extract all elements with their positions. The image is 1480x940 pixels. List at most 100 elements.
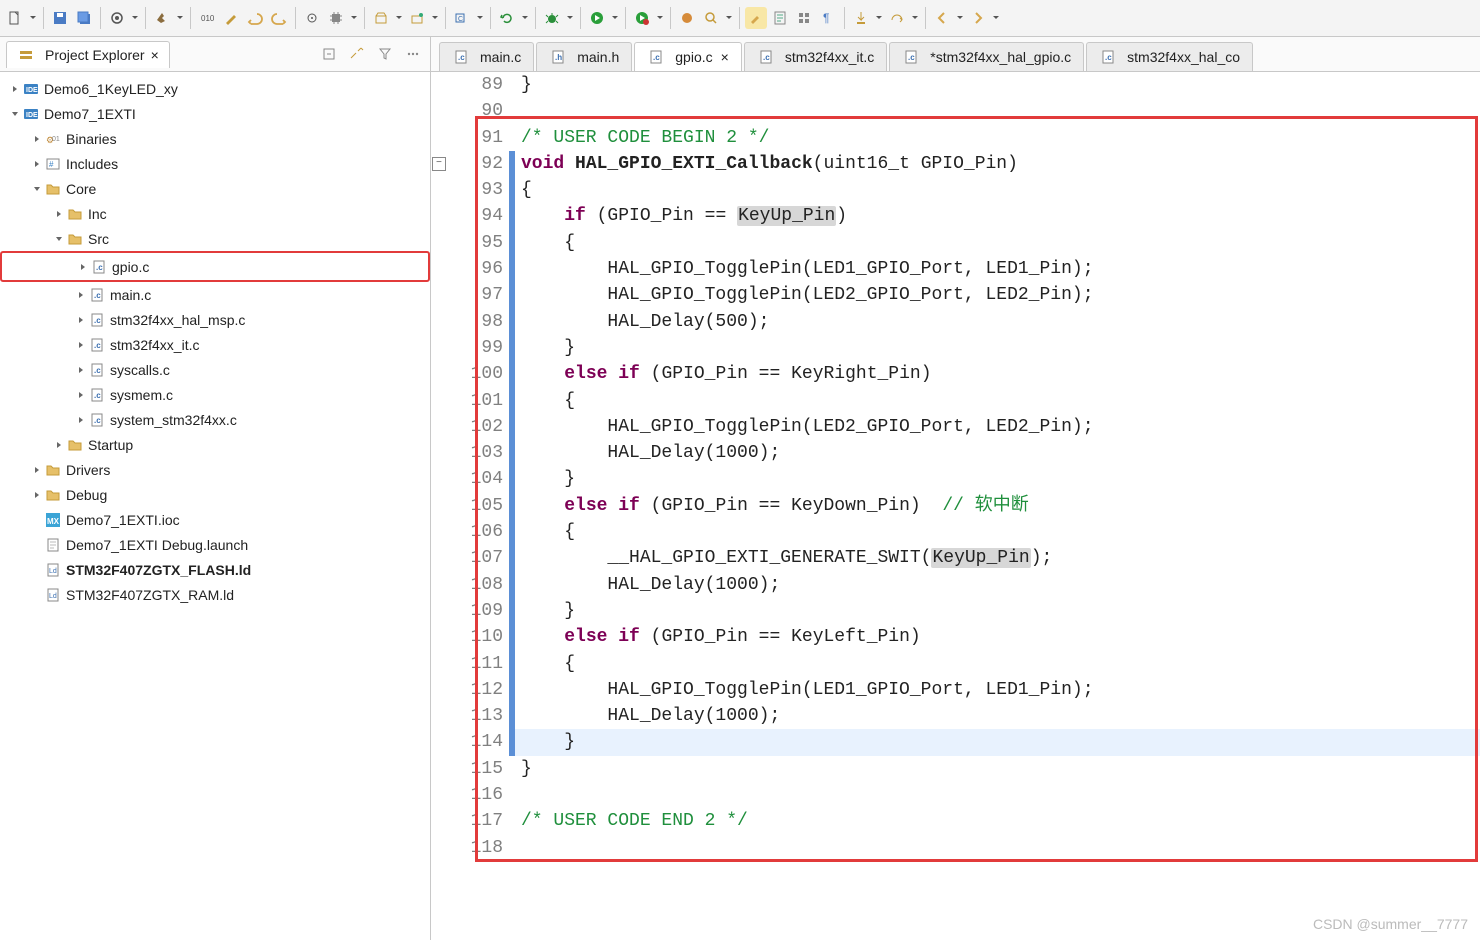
bug-icon[interactable] — [541, 7, 563, 29]
editor-tab[interactable]: .cmain.c — [439, 42, 534, 71]
save-all-button[interactable] — [73, 7, 95, 29]
tree-label: syscalls.c — [110, 362, 170, 378]
expand-icon[interactable] — [76, 262, 90, 272]
view-menu-icon[interactable] — [402, 43, 424, 65]
build-dropdown[interactable] — [175, 7, 185, 29]
tree-item[interactable]: #Includes — [0, 151, 430, 176]
gear-icon[interactable] — [106, 7, 128, 29]
tree-item[interactable]: Startup — [0, 432, 430, 457]
expand-icon[interactable] — [52, 440, 66, 450]
tree-item[interactable]: Drivers — [0, 457, 430, 482]
tree-item[interactable]: LdSTM32F407ZGTX_FLASH.ld — [0, 557, 430, 582]
cfile-icon: .c — [452, 48, 470, 66]
tree-item[interactable]: .csystem_stm32f4xx.c — [0, 407, 430, 432]
tree-item[interactable]: .cmain.c — [0, 282, 430, 307]
folder-icon — [44, 180, 62, 198]
svg-text:.c: .c — [763, 53, 770, 62]
expand-icon[interactable] — [74, 340, 88, 350]
undo-icon[interactable] — [244, 7, 266, 29]
tree-item[interactable]: Debug — [0, 482, 430, 507]
svg-text:IDE: IDE — [26, 112, 38, 119]
target-icon[interactable] — [301, 7, 323, 29]
svg-text:.c: .c — [908, 53, 915, 62]
tree-item[interactable]: .csyscalls.c — [0, 357, 430, 382]
run-icon[interactable] — [586, 7, 608, 29]
expand-icon[interactable] — [52, 234, 66, 244]
tree-label: Demo7_1EXTI.ioc — [66, 512, 180, 528]
tree-item[interactable]: .cstm32f4xx_it.c — [0, 332, 430, 357]
pilcrow-icon[interactable]: ¶ — [817, 7, 839, 29]
file-tree[interactable]: IDEDemo6_1KeyLED_xyIDEDemo7_1EXTI⚙01Bina… — [0, 72, 430, 940]
doc-icon[interactable] — [769, 7, 791, 29]
cfile-icon: .c — [88, 361, 106, 379]
expand-icon[interactable] — [74, 290, 88, 300]
refresh-icon[interactable] — [496, 7, 518, 29]
expand-icon[interactable] — [30, 159, 44, 169]
tree-item[interactable]: MXDemo7_1EXTI.ioc — [0, 507, 430, 532]
tree-item[interactable]: Src — [0, 226, 430, 251]
close-icon[interactable]: × — [721, 49, 729, 65]
editor-tab[interactable]: .cstm32f4xx_it.c — [744, 42, 887, 71]
tree-item[interactable]: .cgpio.c — [0, 251, 430, 282]
tree-item[interactable]: LdSTM32F407ZGTX_RAM.ld — [0, 582, 430, 607]
chip-dropdown[interactable] — [349, 7, 359, 29]
expand-icon[interactable] — [8, 109, 22, 119]
editor-tab[interactable]: .c*stm32f4xx_hal_gpio.c — [889, 42, 1084, 71]
collapse-all-icon[interactable] — [318, 43, 340, 65]
back-icon[interactable] — [931, 7, 953, 29]
tree-item[interactable]: IDEDemo7_1EXTI — [0, 101, 430, 126]
expand-icon[interactable] — [30, 134, 44, 144]
expand-icon[interactable] — [30, 184, 44, 194]
highlight-icon[interactable] — [745, 7, 767, 29]
tree-item[interactable]: ⚙01Binaries — [0, 126, 430, 151]
cfile-icon: .c — [647, 48, 665, 66]
tree-label: Inc — [88, 206, 107, 222]
expand-icon[interactable] — [74, 315, 88, 325]
new-dropdown[interactable] — [28, 7, 38, 29]
tree-item[interactable]: .csysmem.c — [0, 382, 430, 407]
tree-item[interactable]: Core — [0, 176, 430, 201]
new-button[interactable] — [4, 7, 26, 29]
box2-dropdown[interactable] — [430, 7, 440, 29]
build-button[interactable] — [151, 7, 173, 29]
explorer-tab[interactable]: Project Explorer × — [6, 41, 170, 68]
expand-icon[interactable] — [30, 490, 44, 500]
open-box-icon[interactable] — [370, 7, 392, 29]
filter-icon[interactable] — [374, 43, 396, 65]
tree-item[interactable]: .cstm32f4xx_hal_msp.c — [0, 307, 430, 332]
step-into-icon[interactable] — [850, 7, 872, 29]
editor-tab[interactable]: .hmain.h — [536, 42, 632, 71]
forward-icon[interactable] — [967, 7, 989, 29]
ball-icon[interactable] — [676, 7, 698, 29]
expand-icon[interactable] — [74, 390, 88, 400]
search-icon[interactable] — [700, 7, 722, 29]
link-editor-icon[interactable] — [346, 43, 368, 65]
expand-icon[interactable] — [74, 415, 88, 425]
chip-icon[interactable] — [325, 7, 347, 29]
expand-icon[interactable] — [8, 84, 22, 94]
open-box2-icon[interactable] — [406, 7, 428, 29]
tree-item[interactable]: Inc — [0, 201, 430, 226]
c-build-icon[interactable]: C — [451, 7, 473, 29]
tree-item[interactable]: Demo7_1EXTI Debug.launch — [0, 532, 430, 557]
editor-tab[interactable]: .cstm32f4xx_hal_co — [1086, 42, 1253, 71]
expand-icon[interactable] — [30, 465, 44, 475]
hfile-icon: .h — [549, 48, 567, 66]
close-icon[interactable]: × — [151, 47, 159, 63]
expand-icon[interactable] — [74, 365, 88, 375]
editor-tab[interactable]: .cgpio.c× — [634, 42, 742, 71]
tree-label: Includes — [66, 156, 118, 172]
tool-010-icon[interactable]: 010 — [196, 7, 218, 29]
redo-icon[interactable] — [268, 7, 290, 29]
run-ext-icon[interactable] — [631, 7, 653, 29]
wand-icon[interactable] — [220, 7, 242, 29]
expand-icon[interactable] — [52, 209, 66, 219]
box-dropdown[interactable] — [394, 7, 404, 29]
grid-icon[interactable] — [793, 7, 815, 29]
gear-dropdown[interactable] — [130, 7, 140, 29]
file-icon — [44, 536, 62, 554]
step-over-icon[interactable] — [886, 7, 908, 29]
code-area[interactable]: − 89909192939495969798991001011021031041… — [431, 72, 1480, 940]
tree-item[interactable]: IDEDemo6_1KeyLED_xy — [0, 76, 430, 101]
save-button[interactable] — [49, 7, 71, 29]
